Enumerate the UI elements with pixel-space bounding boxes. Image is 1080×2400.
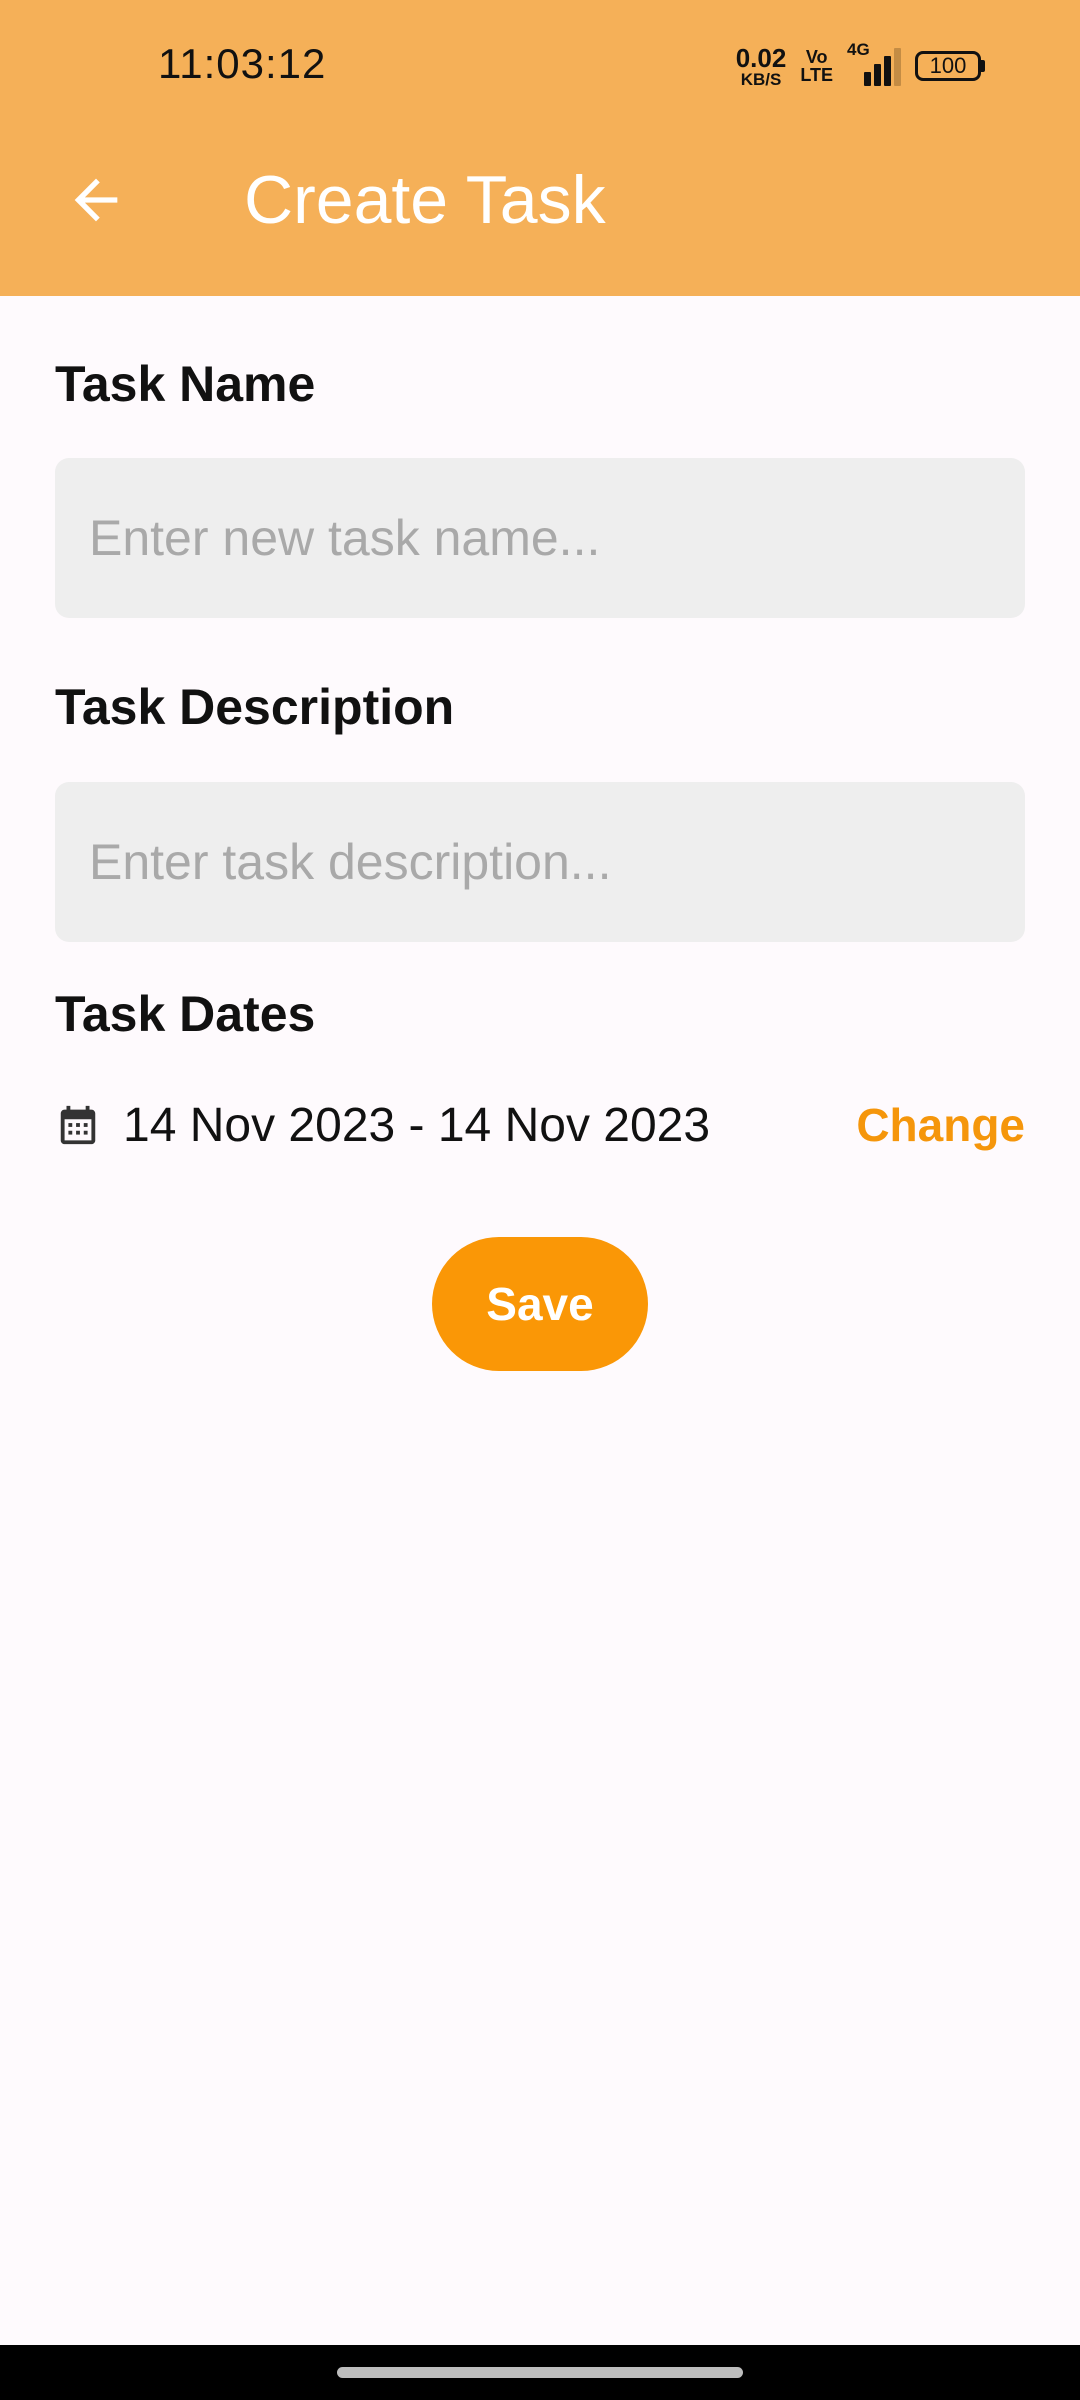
back-button[interactable] (56, 160, 136, 240)
status-time: 11:03:12 (158, 40, 327, 87)
task-dates-row: 14 Nov 2023 - 14 Nov 2023 Change (55, 1090, 1025, 1160)
battery-icon: 100 (915, 51, 985, 81)
signal-strength-icon: 4G (847, 40, 901, 86)
header-area: 11:03:12 0.02 KB/S Vo LTE 4G 100 Create … (0, 0, 1080, 296)
task-name-label: Task Name (55, 356, 316, 412)
page-title: Create Task (244, 162, 606, 238)
save-button[interactable]: Save (432, 1237, 648, 1371)
change-dates-button[interactable]: Change (856, 1098, 1025, 1152)
signal-bar (884, 56, 891, 86)
volte-bottom-text: LTE (800, 65, 833, 85)
battery-level: 100 (915, 51, 981, 81)
volte-top-text: Vo (805, 47, 828, 67)
task-date-range: 14 Nov 2023 - 14 Nov 2023 (123, 1098, 711, 1152)
signal-bar (864, 72, 871, 86)
task-description-label: Task Description (55, 679, 455, 735)
task-description-input[interactable] (55, 782, 1025, 942)
task-name-input[interactable] (55, 458, 1025, 618)
system-navigation-bar (0, 2345, 1080, 2400)
signal-bar (894, 48, 901, 86)
network-speed-value: 0.02 (735, 42, 787, 73)
network-type: 4G (847, 40, 870, 59)
create-task-screen: 11:03:12 0.02 KB/S Vo LTE 4G 100 Create … (0, 0, 1080, 2400)
network-speed-unit: KB/S (740, 69, 782, 89)
signal-bar (874, 64, 881, 86)
network-speed: 0.02 KB/S (736, 45, 787, 88)
home-indicator[interactable] (337, 2367, 743, 2378)
volte-icon: Vo LTE (800, 48, 833, 84)
task-dates-label: Task Dates (55, 986, 316, 1042)
status-icons: 0.02 KB/S Vo LTE 4G 100 (736, 40, 985, 90)
arrow-left-icon (74, 178, 118, 222)
calendar-icon (55, 1102, 101, 1148)
